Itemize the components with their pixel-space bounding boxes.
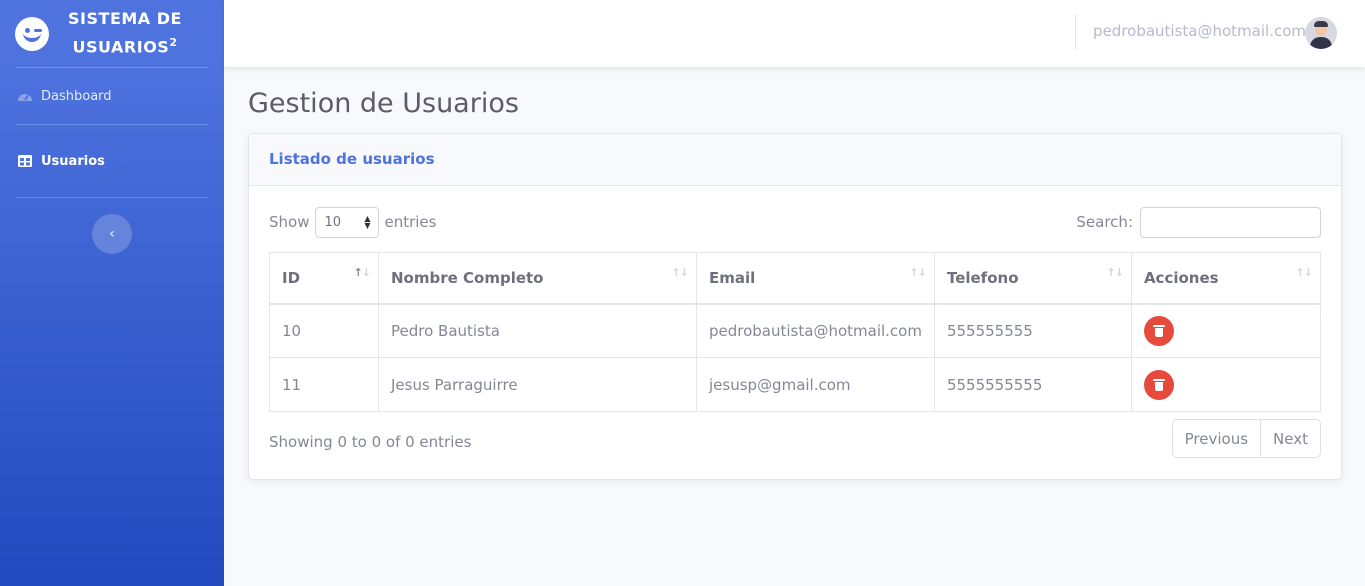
brand-title-sup: 2 <box>169 36 178 50</box>
next-button[interactable]: Next <box>1260 420 1320 457</box>
cell-actions <box>1130 357 1322 412</box>
card-header: Listado de usuarios <box>249 134 1341 186</box>
cell-id: 11 <box>269 357 379 412</box>
table-row: 10 Pedro Bautista pedrobautista@hotmail.… <box>269 303 1322 358</box>
previous-button[interactable]: Previous <box>1173 420 1260 457</box>
sidebar: SISTEMA DE USUARIOS2 Dashboard Usuarios … <box>0 0 224 586</box>
trash-icon <box>1152 378 1165 391</box>
sidebar-item-dashboard[interactable]: Dashboard <box>0 68 224 124</box>
delete-button[interactable] <box>1143 369 1174 400</box>
cell-phone: 5555555555 <box>933 357 1132 412</box>
column-label: Telefono <box>946 268 1019 287</box>
page-title: Gestion de Usuarios <box>248 88 519 119</box>
cell-email: jesusp@gmail.com <box>696 357 935 412</box>
brand-title: SISTEMA DE USUARIOS2 <box>65 7 185 59</box>
cell-phone: 555555555 <box>933 303 1132 358</box>
column-header-id[interactable]: ID ↑↓ <box>269 252 379 305</box>
column-header-email[interactable]: Email ↑↓ <box>696 252 935 305</box>
table-info: Showing 0 to 0 of 0 entries <box>269 433 472 451</box>
brand-title-line1: SISTEMA DE <box>68 9 182 29</box>
sort-icon: ↑↓ <box>909 266 927 279</box>
cell-name: Pedro Bautista <box>378 303 697 358</box>
column-label: Acciones <box>1143 268 1219 287</box>
trash-icon <box>1152 324 1165 337</box>
entries-select-value: 10 <box>324 214 342 230</box>
column-header-acciones[interactable]: Acciones ↑↓ <box>1130 252 1322 305</box>
sidebar-toggle-button[interactable]: ‹ <box>92 214 132 254</box>
length-control: Show 10 ▲ ▼ entries <box>269 206 436 238</box>
table-header-row: ID ↑↓ Nombre Completo ↑↓ Email ↑↓ Telefo… <box>269 252 1322 305</box>
cell-id: 10 <box>269 303 379 358</box>
cell-email: pedrobautista@hotmail.com <box>696 303 935 358</box>
pagination: Previous Next <box>1171 419 1321 458</box>
users-card: Listado de usuarios Show 10 ▲ ▼ entries S… <box>248 133 1342 480</box>
user-email[interactable]: pedrobautista@hotmail.com <box>1093 22 1306 40</box>
wink-logo-icon <box>15 16 49 51</box>
sort-icon: ↑↓ <box>671 266 689 279</box>
card-title: Listado de usuarios <box>269 150 435 168</box>
column-label: ID <box>282 268 301 287</box>
sort-icon: ↑↓ <box>1295 266 1313 279</box>
updown-arrows-icon: ▲ ▼ <box>364 214 371 230</box>
search-input[interactable] <box>1140 206 1321 238</box>
brand-title-line2: USUARIOS <box>72 37 170 57</box>
avatar[interactable] <box>1305 17 1337 49</box>
entries-select[interactable]: 10 ▲ ▼ <box>315 206 380 238</box>
column-label: Email <box>709 268 756 287</box>
delete-button[interactable] <box>1143 315 1174 346</box>
search-label: Search: <box>1076 213 1133 231</box>
users-table: ID ↑↓ Nombre Completo ↑↓ Email ↑↓ Telefo… <box>269 252 1322 412</box>
entries-label: entries <box>384 213 437 231</box>
sort-icon: ↑↓ <box>1106 266 1124 279</box>
sidebar-item-label: Usuarios <box>41 153 105 169</box>
sort-icon: ↑↓ <box>353 266 371 279</box>
sidebar-item-label: Dashboard <box>41 88 112 104</box>
column-label: Nombre Completo <box>391 268 544 287</box>
brand-link[interactable]: SISTEMA DE USUARIOS2 <box>0 0 224 67</box>
table-icon <box>17 154 33 168</box>
sidebar-item-usuarios[interactable]: Usuarios <box>0 125 224 197</box>
column-header-telefono[interactable]: Telefono ↑↓ <box>933 252 1132 305</box>
cell-name: Jesus Parraguirre <box>378 357 697 412</box>
topbar: pedrobautista@hotmail.com <box>224 0 1365 67</box>
search-control: Search: <box>1076 206 1321 238</box>
topbar-divider <box>1075 14 1076 50</box>
show-label: Show <box>269 213 310 231</box>
cell-actions <box>1130 303 1322 358</box>
column-header-nombre[interactable]: Nombre Completo ↑↓ <box>378 252 697 305</box>
table-row: 11 Jesus Parraguirre jesusp@gmail.com 55… <box>269 357 1322 412</box>
chevron-left-icon: ‹ <box>109 226 115 242</box>
tachometer-icon <box>17 89 33 103</box>
